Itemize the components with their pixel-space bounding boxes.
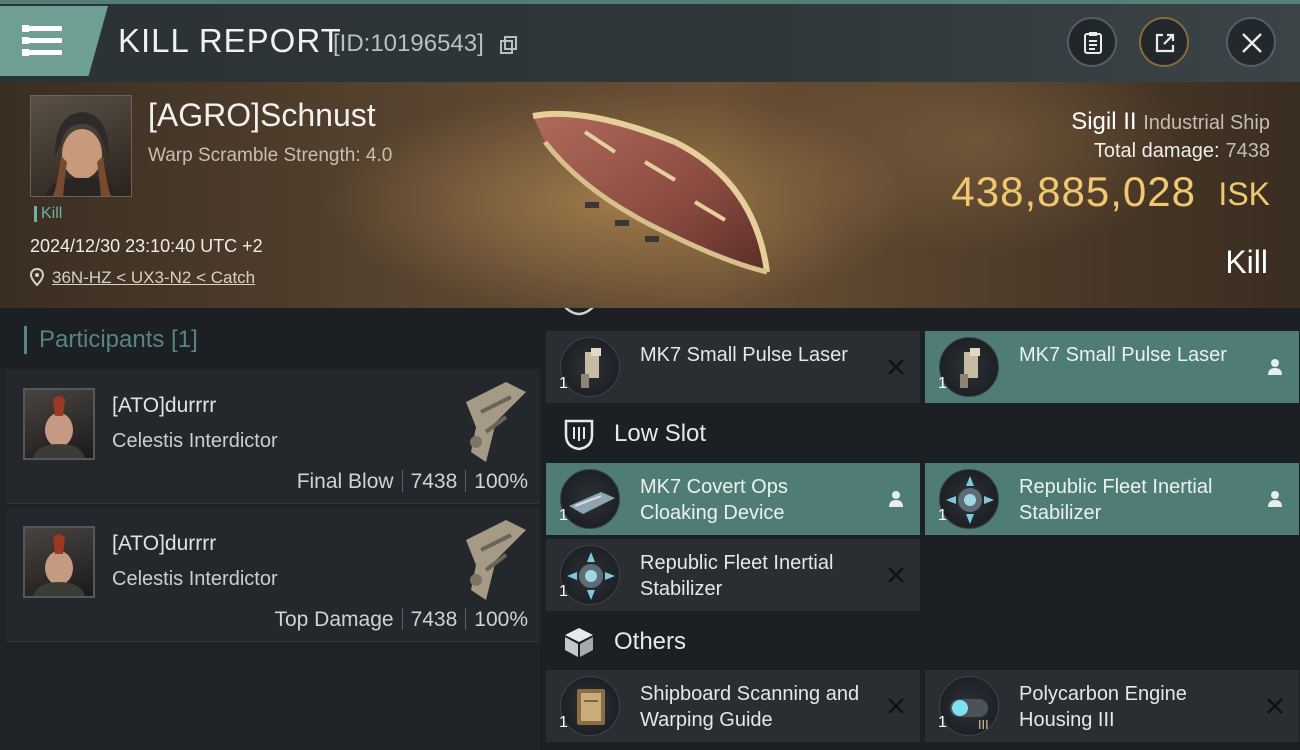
module-quantity: 1 bbox=[559, 714, 568, 731]
participant-percent: 100% bbox=[474, 608, 528, 631]
low-slot-header: Low Slot bbox=[540, 406, 1300, 462]
header-accent-line bbox=[0, 0, 1300, 4]
clipboard-button[interactable] bbox=[1067, 17, 1117, 67]
kill-id: [ID:10196543] bbox=[333, 30, 484, 57]
module-name: Republic Fleet Inertial Stabilizer bbox=[1019, 476, 1213, 524]
module-tier: III bbox=[978, 718, 989, 732]
isk-value: 438,885,028 bbox=[951, 168, 1196, 215]
participant-ship-image bbox=[466, 520, 526, 600]
close-icon bbox=[1242, 33, 1262, 53]
menu-icon[interactable] bbox=[22, 24, 62, 58]
module-item[interactable]: III 1 Polycarbon Engine Housing III bbox=[925, 670, 1299, 742]
others-label: Others bbox=[614, 628, 687, 655]
module-quantity: 1 bbox=[559, 375, 568, 392]
module-item[interactable]: 1 Shipboard Scanning and Warping Guide bbox=[546, 670, 920, 742]
close-button[interactable] bbox=[1226, 17, 1276, 67]
dropped-person-icon bbox=[889, 491, 903, 507]
module-item[interactable]: 1 MK7 Small Pulse Laser bbox=[546, 331, 920, 403]
location: 36N-HZ < UX3-N2 < Catch bbox=[30, 268, 255, 288]
participant-name[interactable]: [ATO]durrrr bbox=[112, 394, 216, 418]
participant-tag: Final Blow bbox=[296, 470, 394, 493]
destroyed-icon bbox=[1267, 698, 1283, 714]
destroyed-icon bbox=[888, 567, 904, 583]
report-result: Kill bbox=[1225, 244, 1268, 280]
victim-banner: [AGRO]Schnust Warp Scramble Strength: 4.… bbox=[0, 82, 1300, 308]
module-item[interactable]: 1 Republic Fleet Inertial Stabilizer bbox=[546, 539, 920, 611]
dropped-person-icon bbox=[1268, 359, 1282, 375]
victim-name[interactable]: [AGRO]Schnust bbox=[148, 97, 376, 134]
engine-housing-icon: III bbox=[939, 676, 999, 736]
participant-name[interactable]: [ATO]durrrr bbox=[112, 532, 216, 556]
location-pin-icon bbox=[30, 268, 44, 286]
module-item[interactable]: 1 Republic Fleet Inertial Stabilizer bbox=[925, 463, 1299, 535]
module-name: MK7 Covert Ops Cloaking Device bbox=[640, 476, 788, 524]
participant-tag: Top Damage bbox=[274, 608, 394, 631]
victim-ship-name: Sigil II bbox=[1071, 108, 1137, 135]
module-quantity: 1 bbox=[938, 507, 947, 524]
guide-book-icon bbox=[560, 676, 620, 736]
participants-header: Participants [1] bbox=[0, 308, 540, 368]
victim-ship-class: Industrial Ship bbox=[1143, 112, 1270, 134]
copy-icon[interactable] bbox=[500, 36, 518, 54]
low-slot-icon bbox=[564, 419, 594, 451]
fitting-panel[interactable]: 1 MK7 Small Pulse Laser 1 MK7 Small Puls… bbox=[540, 308, 1300, 750]
module-quantity: 1 bbox=[938, 714, 947, 731]
low-slot-label: Low Slot bbox=[614, 420, 707, 447]
high-slot-icon bbox=[564, 308, 594, 316]
participant-avatar[interactable] bbox=[23, 388, 95, 460]
others-header: Others bbox=[540, 614, 1300, 670]
module-name: Shipboard Scanning and Warping Guide bbox=[640, 683, 860, 731]
victim-ship[interactable]: Sigil II Industrial Ship bbox=[1071, 108, 1270, 136]
participant-damage: 7438 bbox=[410, 470, 458, 493]
kill-tag: Kill bbox=[34, 206, 62, 222]
total-damage-value: 7438 bbox=[1225, 140, 1271, 162]
module-quantity: 1 bbox=[559, 507, 568, 524]
participant-row[interactable]: [ATO]durrrr Celestis Interdictor Top Dam… bbox=[6, 508, 540, 642]
module-name: MK7 Small Pulse Laser bbox=[640, 344, 848, 366]
dropped-person-icon bbox=[1268, 491, 1282, 507]
warp-scramble-strength: Warp Scramble Strength: 4.0 bbox=[148, 145, 393, 166]
module-quantity: 1 bbox=[559, 583, 568, 600]
participant-damage: 7438 bbox=[410, 608, 458, 631]
pulse-laser-icon bbox=[939, 337, 999, 397]
participant-percent: 100% bbox=[474, 470, 528, 493]
destroyed-icon bbox=[888, 698, 904, 714]
module-quantity: 1 bbox=[938, 375, 947, 392]
module-item[interactable]: 1 MK7 Small Pulse Laser bbox=[925, 331, 1299, 403]
destroyed-icon bbox=[888, 359, 904, 375]
page-title: KILL REPORT bbox=[118, 22, 342, 59]
participants-title: Participants [1] bbox=[24, 326, 198, 354]
module-item[interactable]: 1 MK7 Covert Ops Cloaking Device bbox=[546, 463, 920, 535]
share-icon bbox=[1155, 33, 1175, 53]
participants-panel: Participants [1] [ATO]durrrr Celestis In… bbox=[0, 308, 540, 750]
participant-avatar[interactable] bbox=[23, 526, 95, 598]
total-damage-label: Total damage: bbox=[1093, 140, 1220, 162]
victim-avatar[interactable] bbox=[30, 95, 132, 197]
kill-datetime: 2024/12/30 23:10:40 UTC +2 bbox=[30, 236, 263, 256]
cloaking-device-icon bbox=[560, 469, 620, 529]
inertial-stabilizer-icon bbox=[939, 469, 999, 529]
location-link[interactable]: 36N-HZ < UX3-N2 < Catch bbox=[52, 268, 255, 287]
isk-label: ISK bbox=[1218, 176, 1270, 212]
participant-stats: Final Blow 7438 100% bbox=[297, 470, 528, 494]
victim-ship-image bbox=[532, 110, 770, 275]
inertial-stabilizer-icon bbox=[560, 545, 620, 605]
participant-stats: Top Damage 7438 100% bbox=[274, 608, 528, 632]
participant-row[interactable]: [ATO]durrrr Celestis Interdictor Final B… bbox=[6, 370, 540, 504]
share-button[interactable] bbox=[1139, 17, 1189, 67]
clipboard-icon bbox=[1084, 32, 1102, 54]
title-bar: KILL REPORT [ID:10196543] bbox=[0, 0, 1300, 82]
participant-ship: Celestis Interdictor bbox=[112, 568, 278, 590]
module-name: Republic Fleet Inertial Stabilizer bbox=[640, 552, 834, 600]
total-damage: Total damage: 7438 bbox=[1094, 140, 1270, 163]
participant-ship: Celestis Interdictor bbox=[112, 430, 278, 452]
module-name: Polycarbon Engine Housing III bbox=[1019, 683, 1187, 731]
module-name: MK7 Small Pulse Laser bbox=[1019, 344, 1227, 366]
cube-icon bbox=[565, 628, 593, 657]
pulse-laser-icon bbox=[560, 337, 620, 397]
participant-ship-image bbox=[466, 382, 526, 462]
